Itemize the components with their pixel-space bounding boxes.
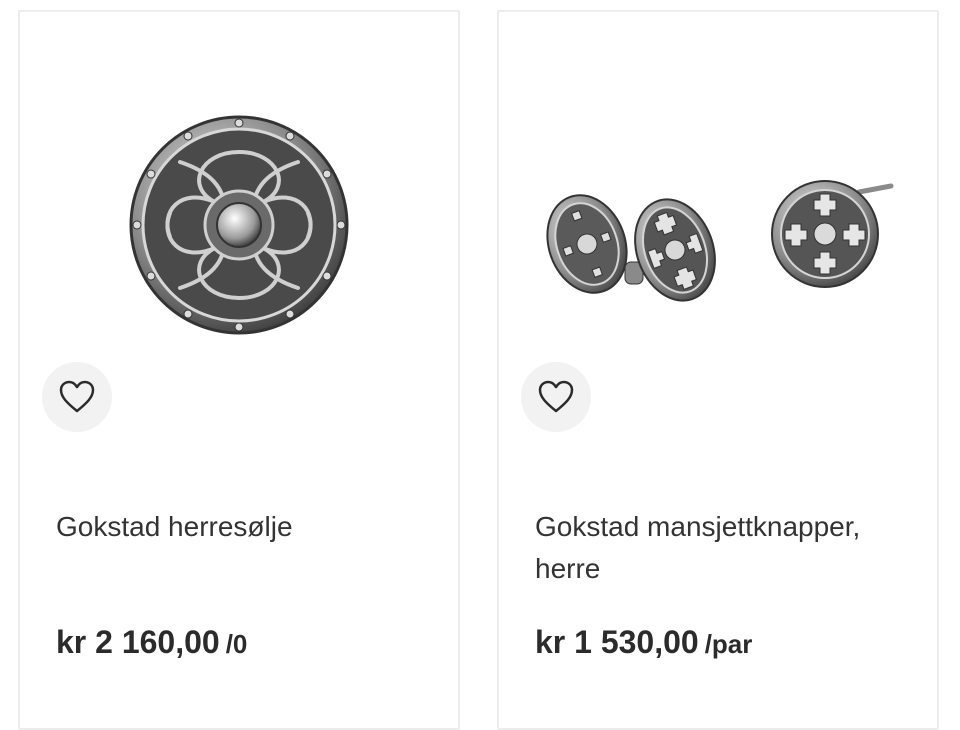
product-card-cufflinks[interactable]: Gokstad mansjettknapper, herre kr 1 530,… [497, 10, 939, 730]
product-title[interactable]: Gokstad herresølje [56, 506, 416, 548]
cufflinks-image [546, 180, 894, 302]
product-card-brooch[interactable]: Gokstad herresølje kr 2 160,00/0 [18, 10, 460, 730]
favorite-button[interactable] [521, 362, 591, 432]
price-amount: kr 1 530,00 [535, 624, 699, 660]
price-unit: /par [704, 629, 753, 659]
heart-outline-icon [538, 380, 574, 413]
product-title[interactable]: Gokstad mansjettknapper, herre [535, 506, 895, 590]
favorite-button[interactable] [42, 362, 112, 432]
brooch-image [129, 115, 349, 335]
heart-outline-icon [59, 380, 95, 413]
product-price: kr 2 160,00/0 [56, 624, 247, 661]
product-image-brooch[interactable] [20, 12, 458, 352]
product-image-cufflinks[interactable] [499, 12, 937, 352]
price-unit: /0 [225, 629, 248, 659]
product-price: kr 1 530,00/par [535, 624, 752, 661]
price-amount: kr 2 160,00 [56, 624, 220, 660]
